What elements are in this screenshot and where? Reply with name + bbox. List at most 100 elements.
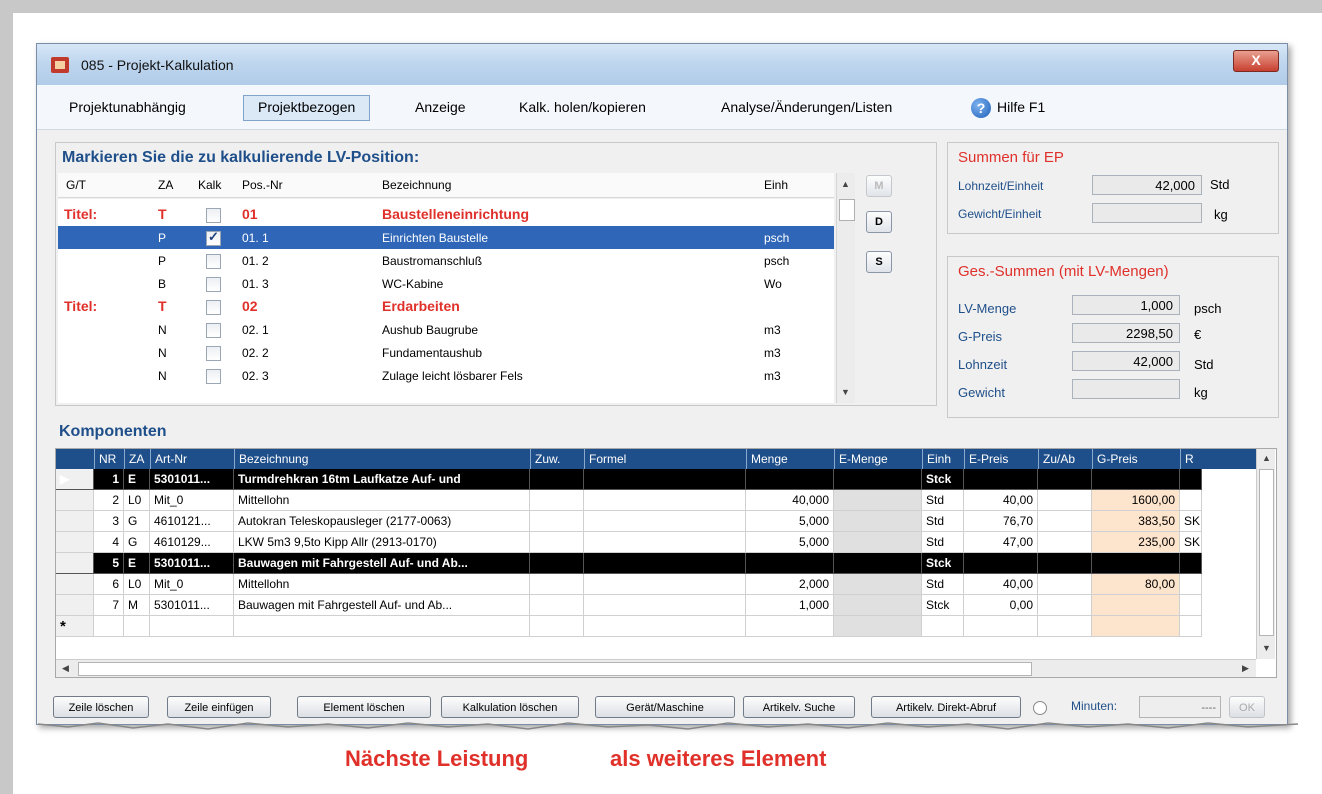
lv-row[interactable]: N 02. 2 Fundamentaushub m3 <box>58 341 834 364</box>
cell-gpreis[interactable]: 235,00 <box>1092 532 1180 553</box>
cell-zuab[interactable] <box>1038 532 1092 553</box>
new-row-cell[interactable] <box>834 616 922 637</box>
cell-epreis[interactable]: 47,00 <box>964 532 1038 553</box>
lv-row[interactable]: Titel: T 01 Baustelleneinrichtung <box>58 203 834 226</box>
grid-col-nr[interactable]: NR <box>94 449 124 469</box>
kalk-checkbox[interactable] <box>206 369 221 384</box>
new-row-cell[interactable] <box>1092 616 1180 637</box>
cell-emenge[interactable] <box>834 553 922 574</box>
grid-col-emenge[interactable]: E-Menge <box>834 449 922 469</box>
new-row-cell[interactable] <box>94 616 124 637</box>
menu-analyse[interactable]: Analyse/Änderungen/Listen <box>707 95 906 119</box>
lv-row[interactable]: N 02. 3 Zulage leicht lösbarer Fels m3 <box>58 364 834 387</box>
cell-art[interactable]: Mit_0 <box>150 574 234 595</box>
cell-zuw[interactable] <box>530 553 584 574</box>
grid-col-za[interactable]: ZA <box>124 449 150 469</box>
cell-formel[interactable] <box>584 490 746 511</box>
cell-einh[interactable]: Stck <box>922 469 964 490</box>
cell-gpreis[interactable]: 383,50 <box>1092 511 1180 532</box>
side-button-s[interactable]: S <box>866 251 892 273</box>
menu-projektunabhaengig[interactable]: Projektunabhängig <box>55 95 200 119</box>
cell-nr[interactable]: 4 <box>94 532 124 553</box>
element-loeschen-button[interactable]: Element löschen <box>297 696 431 718</box>
cell-za[interactable]: M <box>124 595 150 616</box>
cell-formel[interactable] <box>584 532 746 553</box>
geraet-maschine-button[interactable]: Gerät/Maschine <box>595 696 735 718</box>
lv-col-pos[interactable]: Pos.-Nr <box>242 178 283 192</box>
cell-r[interactable]: SK <box>1180 532 1202 553</box>
cell-bez[interactable]: Bauwagen mit Fahrgestell Auf- und Ab... <box>234 595 530 616</box>
cell-formel[interactable] <box>584 469 746 490</box>
grid-col-r[interactable]: R <box>1180 449 1202 469</box>
cell-r[interactable] <box>1180 595 1202 616</box>
minuten-input[interactable]: ---- <box>1139 696 1221 718</box>
cell-bez[interactable]: Autokran Teleskopausleger (2177-0063) <box>234 511 530 532</box>
close-button[interactable]: X <box>1233 50 1279 72</box>
cell-gpreis[interactable] <box>1092 553 1180 574</box>
cell-art[interactable]: 4610121... <box>150 511 234 532</box>
cell-zuw[interactable] <box>530 595 584 616</box>
cell-r[interactable] <box>1180 553 1202 574</box>
cell-emenge[interactable] <box>834 511 922 532</box>
cell-emenge[interactable] <box>834 490 922 511</box>
new-row-cell[interactable] <box>584 616 746 637</box>
cell-nr[interactable]: 3 <box>94 511 124 532</box>
cell-emenge[interactable] <box>834 469 922 490</box>
cell-menge[interactable]: 5,000 <box>746 511 834 532</box>
cell-gpreis[interactable]: 1600,00 <box>1092 490 1180 511</box>
cell-art[interactable]: 4610129... <box>150 532 234 553</box>
cell-art[interactable]: Mit_0 <box>150 490 234 511</box>
cell-menge[interactable]: 2,000 <box>746 574 834 595</box>
cell-zuw[interactable] <box>530 532 584 553</box>
cell-nr[interactable]: 5 <box>94 553 124 574</box>
cell-formel[interactable] <box>584 553 746 574</box>
grid-scroll-down-icon[interactable]: ▼ <box>1262 643 1271 653</box>
cell-art[interactable]: 5301011... <box>150 469 234 490</box>
cell-zuab[interactable] <box>1038 490 1092 511</box>
cell-r[interactable] <box>1180 490 1202 511</box>
cell-bez[interactable]: LKW 5m3 9,5to Kipp Allr (2913-0170) <box>234 532 530 553</box>
grid-scroll-left-icon[interactable]: ◀ <box>62 663 69 674</box>
cell-menge[interactable]: 1,000 <box>746 595 834 616</box>
cell-epreis[interactable] <box>964 469 1038 490</box>
table-row[interactable]: 4 G 4610129... LKW 5m3 9,5to Kipp Allr (291… <box>56 532 1256 553</box>
cell-zuw[interactable] <box>530 490 584 511</box>
grid-scroll-right-icon[interactable]: ▶ <box>1242 663 1249 674</box>
table-row[interactable]: 7 M 5301011... Bauwagen mit Fahrgestell Auf… <box>56 595 1256 616</box>
lv-col-bezeichnung[interactable]: Bezeichnung <box>382 178 451 192</box>
new-row-cell[interactable] <box>150 616 234 637</box>
cell-zuab[interactable] <box>1038 595 1092 616</box>
row-selector[interactable] <box>56 490 94 511</box>
row-selector[interactable]: ▶ <box>56 469 94 490</box>
cell-za[interactable]: G <box>124 532 150 553</box>
grid-col-gpreis[interactable]: G-Preis <box>1092 449 1180 469</box>
cell-bez[interactable]: Bauwagen mit Fahrgestell Auf- und Ab... <box>234 553 530 574</box>
cell-epreis[interactable]: 76,70 <box>964 511 1038 532</box>
cell-r[interactable]: SK <box>1180 511 1202 532</box>
table-row[interactable]: 3 G 4610121... Autokran Teleskopausleger (2… <box>56 511 1256 532</box>
kalk-checkbox[interactable] <box>206 229 221 246</box>
lv-col-einh[interactable]: Einh <box>764 178 788 192</box>
cell-art[interactable]: 5301011... <box>150 595 234 616</box>
kalk-checkbox[interactable] <box>206 323 221 338</box>
ok-button[interactable]: OK <box>1229 696 1265 718</box>
new-row[interactable]: * <box>56 616 1256 637</box>
lv-row[interactable]: B 01. 3 WC-Kabine Wo <box>58 272 834 295</box>
grid-vscroll-thumb[interactable] <box>1259 469 1274 636</box>
grid-col-epreis[interactable]: E-Preis <box>964 449 1038 469</box>
kalk-checkbox[interactable] <box>206 300 221 315</box>
cell-emenge[interactable] <box>834 574 922 595</box>
grid-col-bez[interactable]: Bezeichnung <box>234 449 530 469</box>
cell-bez[interactable]: Mittellohn <box>234 574 530 595</box>
new-row-cell[interactable] <box>922 616 964 637</box>
cell-zuab[interactable] <box>1038 553 1092 574</box>
cell-r[interactable] <box>1180 574 1202 595</box>
row-selector[interactable] <box>56 553 94 574</box>
cell-bez[interactable]: Turmdrehkran 16tm Laufkatze Auf- und <box>234 469 530 490</box>
cell-einh[interactable]: Stck <box>922 553 964 574</box>
cell-nr[interactable]: 1 <box>94 469 124 490</box>
cell-epreis[interactable]: 40,00 <box>964 490 1038 511</box>
cell-za[interactable]: E <box>124 553 150 574</box>
artikel-direkt-abruf-button[interactable]: Artikelv. Direkt-Abruf <box>871 696 1021 718</box>
scroll-down-icon[interactable]: ▼ <box>841 387 850 397</box>
